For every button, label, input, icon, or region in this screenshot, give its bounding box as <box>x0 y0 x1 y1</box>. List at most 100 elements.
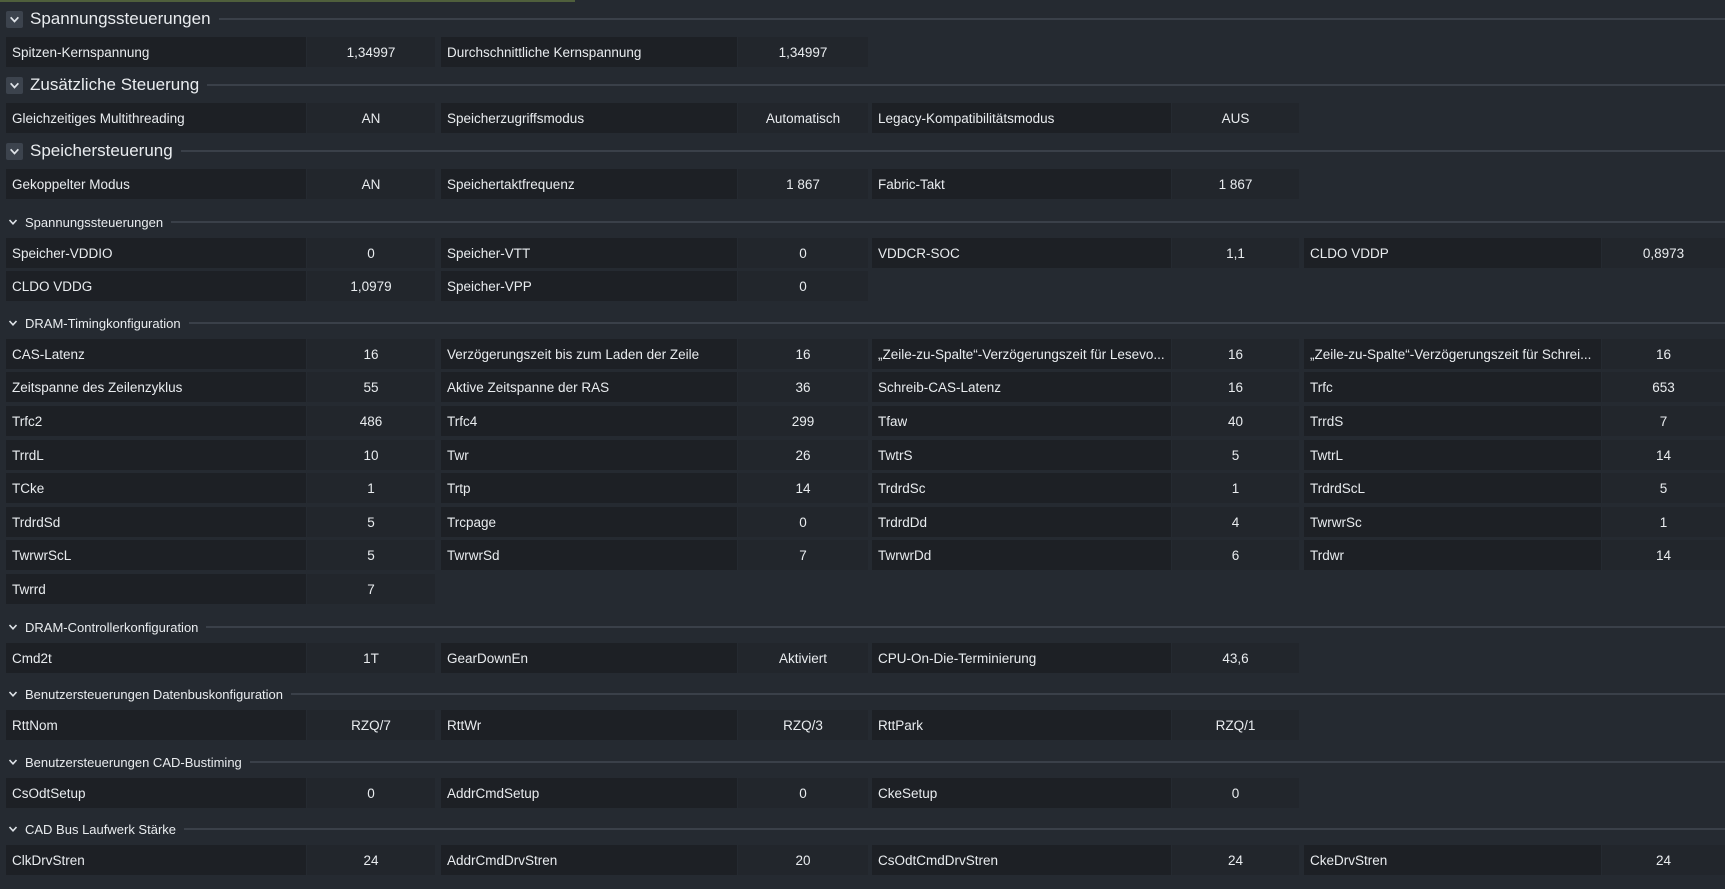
section-title: Benutzersteuerungen Datenbuskonfiguratio… <box>25 686 284 702</box>
section-divider <box>188 322 1725 324</box>
setting-value: 0 <box>738 778 868 808</box>
setting-label: Durchschnittliche Kernspannung <box>441 37 737 67</box>
setting-label-text: TwtrL <box>1310 447 1344 463</box>
setting-label: CkeDrvStren <box>1304 845 1601 875</box>
section-title: Zusätzliche Steuerung <box>30 75 200 94</box>
setting-label-text: Trfc4 <box>447 413 478 429</box>
chevron-down-icon[interactable] <box>6 142 23 160</box>
chevron-down-icon[interactable] <box>6 822 20 836</box>
setting-label: Speicherzugriffsmodus <box>441 103 737 133</box>
setting-label: Gleichzeitiges Multithreading <box>6 103 306 133</box>
setting-value: AUS <box>1172 103 1299 133</box>
setting-label-text: Legacy-Kompatibilitätsmodus <box>878 110 1055 126</box>
chevron-down-icon[interactable] <box>6 687 20 701</box>
setting-label-text: ClkDrvStren <box>12 852 85 868</box>
setting-label-text: TwrwrScL <box>12 547 72 563</box>
setting-value: 7 <box>1602 406 1725 436</box>
setting-value: 16 <box>738 339 868 369</box>
setting-value: Aktiviert <box>738 643 868 673</box>
setting-label: Gekoppelter Modus <box>6 169 306 199</box>
setting-label-text: TwtrS <box>878 447 913 463</box>
setting-label-text: Aktive Zeitspanne der RAS <box>447 379 610 395</box>
chevron-down-icon[interactable] <box>6 755 20 769</box>
setting-label-text: Trdwr <box>1310 547 1344 563</box>
setting-value: 0 <box>738 238 868 268</box>
chevron-down-icon[interactable] <box>6 215 20 229</box>
section-header-spannungssteuerungen[interactable]: Spannungssteuerungen <box>0 9 1725 29</box>
setting-label-text: CLDO VDDP <box>1310 245 1389 261</box>
setting-value: 1,34997 <box>307 37 435 67</box>
setting-value: 26 <box>738 440 868 470</box>
chevron-down-icon[interactable] <box>6 10 23 28</box>
setting-label-text: CkeDrvStren <box>1310 852 1388 868</box>
section-divider <box>218 18 1725 20</box>
chevron-down-icon[interactable] <box>6 620 20 634</box>
section-title: Spannungssteuerungen <box>30 9 211 28</box>
setting-label: TrrdS <box>1304 406 1601 436</box>
section-header-benutzersteuerungen-datenbuskonfiguration[interactable]: Benutzersteuerungen Datenbuskonfiguratio… <box>0 686 1725 702</box>
setting-label: Trfc2 <box>6 406 306 436</box>
chevron-down-icon[interactable] <box>6 76 23 94</box>
setting-label-text: RttNom <box>12 717 58 733</box>
setting-label-text: TrrdS <box>1310 413 1344 429</box>
setting-value: RZQ/7 <box>307 710 435 740</box>
section-header-spannungssteuerungen[interactable]: Spannungssteuerungen <box>0 214 1725 230</box>
setting-label: Trdwr <box>1304 540 1601 570</box>
setting-label-text: Speicher-VPP <box>447 278 532 294</box>
setting-label-text: CsOdtSetup <box>12 785 86 801</box>
setting-label-text: Twr <box>447 447 469 463</box>
setting-label-text: „Zeile-zu-Spalte“-Verzögerungszeit für S… <box>1310 346 1592 362</box>
setting-label-text: Tfaw <box>878 413 908 429</box>
setting-value: 1 <box>1602 507 1725 537</box>
setting-label-text: Speicher-VTT <box>447 245 531 261</box>
setting-value: 5 <box>1602 473 1725 503</box>
section-header-cad-bus-laufwerk-stärke[interactable]: CAD Bus Laufwerk Stärke <box>0 821 1725 837</box>
setting-value: 10 <box>307 440 435 470</box>
setting-label-text: Spitzen-Kernspannung <box>12 44 150 60</box>
setting-label-text: Zeitspanne des Zeilenzyklus <box>12 379 183 395</box>
setting-label: CLDO VDDP <box>1304 238 1601 268</box>
setting-value: 0 <box>307 778 435 808</box>
setting-value: 40 <box>1172 406 1299 436</box>
setting-value: 0 <box>1172 778 1299 808</box>
setting-label: „Zeile-zu-Spalte“-Verzögerungszeit für S… <box>1304 339 1601 369</box>
setting-value: 7 <box>738 540 868 570</box>
section-divider <box>291 693 1725 695</box>
setting-label: ClkDrvStren <box>6 845 306 875</box>
setting-label-text: TCke <box>12 480 45 496</box>
section-divider <box>180 150 1725 152</box>
setting-value: 1T <box>307 643 435 673</box>
setting-label-text: TwrwrSc <box>1310 514 1362 530</box>
section-header-speichersteuerung[interactable]: Speichersteuerung <box>0 141 1725 161</box>
setting-value: 5 <box>307 540 435 570</box>
section-title: Benutzersteuerungen CAD-Bustiming <box>25 754 242 770</box>
setting-label: Verzögerungszeit bis zum Laden der Zeile <box>441 339 737 369</box>
setting-value: AN <box>307 169 435 199</box>
section-header-dram-controllerkonfiguration[interactable]: DRAM-Controllerkonfiguration <box>0 619 1725 635</box>
setting-label-text: Trfc <box>1310 379 1333 395</box>
setting-value: 43,6 <box>1172 643 1299 673</box>
top-progress-strip <box>0 0 575 2</box>
chevron-down-icon[interactable] <box>6 316 20 330</box>
setting-label: Twrrd <box>6 574 306 604</box>
section-header-dram-timingkonfiguration[interactable]: DRAM-Timingkonfiguration <box>0 315 1725 331</box>
setting-label: CAS-Latenz <box>6 339 306 369</box>
setting-label: TrdrdSc <box>872 473 1171 503</box>
setting-label: Speicher-VTT <box>441 238 737 268</box>
setting-label: CsOdtSetup <box>6 778 306 808</box>
setting-label: Spitzen-Kernspannung <box>6 37 306 67</box>
setting-value: 1 867 <box>738 169 868 199</box>
setting-value: 1 867 <box>1172 169 1299 199</box>
setting-label-text: Gleichzeitiges Multithreading <box>12 110 185 126</box>
setting-label: RttNom <box>6 710 306 740</box>
section-header-benutzersteuerungen-cad-bustiming[interactable]: Benutzersteuerungen CAD-Bustiming <box>0 754 1725 770</box>
setting-label: Schreib-CAS-Latenz <box>872 372 1171 402</box>
setting-label: TrrdL <box>6 440 306 470</box>
setting-label: Trcpage <box>441 507 737 537</box>
setting-value: 24 <box>1602 845 1725 875</box>
setting-value: RZQ/3 <box>738 710 868 740</box>
setting-value: 0 <box>307 238 435 268</box>
setting-label-text: RttPark <box>878 717 924 733</box>
section-header-zusätzliche-steuerung[interactable]: Zusätzliche Steuerung <box>0 75 1725 95</box>
setting-label: Cmd2t <box>6 643 306 673</box>
